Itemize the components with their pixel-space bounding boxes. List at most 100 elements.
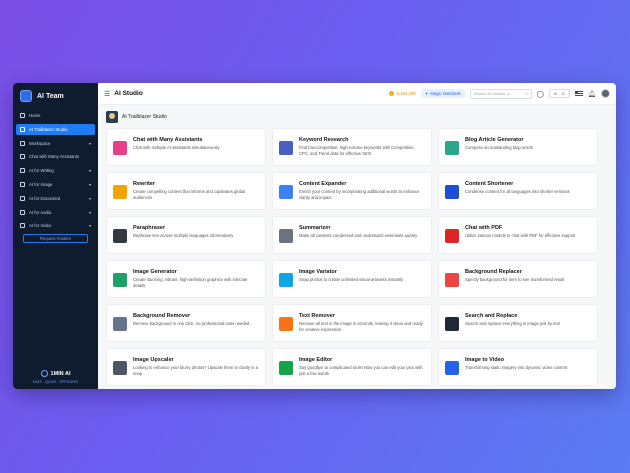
tool-card-description: Enrich your content by incorporating add…: [299, 189, 420, 200]
menu-icon[interactable]: ☰: [104, 90, 110, 98]
paraphrase-icon: [113, 229, 127, 243]
tool-card-summarizer[interactable]: Summarizer Make all contents condensed an…: [272, 216, 432, 254]
bell-icon[interactable]: 🔔︎: [588, 90, 596, 98]
brand[interactable]: AI Team: [13, 83, 98, 110]
tool-card-title: Image to Video: [465, 357, 505, 363]
toggle-option-a[interactable]: A: [552, 91, 559, 96]
tool-card-title: Chat with PDF: [465, 225, 503, 231]
tool-card-description: Utilize various models to chat with PDF …: [465, 233, 576, 238]
tool-card-description: Create stunning, vibrant, high-definitio…: [133, 277, 248, 288]
tool-card-rewriter[interactable]: Rewriter Create compelling content that i…: [106, 172, 266, 210]
tool-card-blog-article-generator[interactable]: Blog Article Generator Compose an outstan…: [438, 128, 598, 166]
sidebar-item-ai-for-document[interactable]: AI for Document ▾: [16, 193, 95, 204]
studio-icon: [20, 126, 25, 132]
tool-card-description: Search and replace everything in image j…: [465, 321, 560, 326]
tool-card-text-remover[interactable]: Text Remover Remove all text in the image…: [272, 304, 432, 342]
tool-card-title: Image Upscaler: [133, 357, 174, 363]
bg-replace-icon: [445, 273, 459, 287]
tool-card-description: Specify background for item to see trans…: [465, 277, 565, 282]
tool-card-title: Rewriter: [133, 181, 156, 187]
tool-card-description: Looking to enhance your blurry photos? U…: [133, 365, 258, 376]
us-flag-icon[interactable]: [574, 91, 583, 96]
summary-icon: [279, 229, 293, 243]
chat-bubble-icon[interactable]: ◯: [537, 90, 544, 98]
tool-card-title: Keyword Research: [299, 137, 349, 143]
tool-card-description: Create compelling content that informs a…: [133, 189, 246, 200]
tool-card-body: Content Shortener Condense content for al…: [465, 181, 591, 195]
audio-icon: [20, 209, 25, 215]
expand-icon: [279, 185, 293, 199]
tool-card-body: Background Replacer Specify background fo…: [465, 269, 591, 283]
chevron-down-icon[interactable]: ▾: [89, 196, 91, 201]
workspace-icon: [20, 140, 25, 146]
language-toggle[interactable]: A G: [548, 89, 570, 98]
sidebar-item-label: AI for Image: [29, 181, 53, 187]
tool-card-description: Compose an outstanding blog article: [465, 145, 533, 150]
tool-card-image-variator[interactable]: Image Variator Snap photos to create unli…: [272, 260, 432, 298]
sidebar-item-chat-with-many-assistants[interactable]: Chat with Many Assistants: [16, 151, 95, 162]
tool-card-image-to-video[interactable]: Image to Video Transforming static imager…: [438, 348, 598, 386]
multi-chat-icon: [113, 141, 127, 155]
sidebar-item-label: AI for Audio: [29, 209, 52, 215]
tool-card-content-expander[interactable]: Content Expander Enrich your content by i…: [272, 172, 432, 210]
toggle-option-b[interactable]: G: [560, 91, 567, 96]
tool-card-chat-with-many-assistants[interactable]: Chat with Many Assistants Chat with multi…: [106, 128, 266, 166]
tool-card-title: Text Remover: [299, 313, 335, 319]
tool-card-body: Image Upscaler Looking to enhance your bl…: [133, 357, 259, 376]
image-icon: [20, 181, 25, 187]
brand-name: AI Team: [37, 92, 64, 100]
tools-grid: Chat with Many Assistants Chat with multi…: [106, 128, 608, 386]
tool-card-search-and-replace[interactable]: Search and Replace Search and replace eve…: [438, 304, 598, 342]
header-actions: 8,192,290 ✦ Magic Notebook Search AI con…: [389, 88, 610, 99]
chevron-down-icon[interactable]: ▾: [89, 182, 91, 187]
request-feature-button[interactable]: Request Feature: [23, 234, 88, 244]
tool-card-image-editor[interactable]: Image Editor Say goodbye to complicated t…: [272, 348, 432, 386]
sidebar: AI Team Home AI Trailblazer Studio Workspa…: [13, 83, 98, 389]
tool-card-background-remover[interactable]: Background Remover Remove background in o…: [106, 304, 266, 342]
tool-card-description: Find low-competition, high-volume keywor…: [299, 145, 415, 156]
image-edit-icon: [279, 361, 293, 375]
coin-icon: [389, 91, 395, 96]
tool-card-content-shortener[interactable]: Content Shortener Condense content for al…: [438, 172, 598, 210]
tool-card-background-replacer[interactable]: Background Replacer Specify background fo…: [438, 260, 598, 298]
pdf-icon: [445, 229, 459, 243]
tool-card-image-upscaler[interactable]: Image Upscaler Looking to enhance your bl…: [106, 348, 266, 386]
chat-icon: [20, 154, 25, 160]
sidebar-item-ai-for-audio[interactable]: AI for Audio ▾: [16, 207, 95, 218]
tool-card-body: Chat with Many Assistants Chat with multi…: [133, 137, 259, 151]
upscale-icon: [113, 361, 127, 375]
chevron-down-icon[interactable]: ▾: [89, 168, 91, 173]
sidebar-item-workspace[interactable]: Workspace ▾: [16, 138, 95, 149]
sidebar-item-ai-for-video[interactable]: AI for Video ▾: [16, 220, 95, 231]
tool-card-paraphraser[interactable]: Paraphraser Rephrase text across multiple…: [106, 216, 266, 254]
tool-card-title: Paraphraser: [133, 225, 166, 231]
tool-card-chat-with-pdf[interactable]: Chat with PDF Utilize various models to c…: [438, 216, 598, 254]
tool-card-description: Snap photos to create unlimited visual a…: [299, 277, 404, 282]
document-icon: [20, 195, 25, 201]
sidebar-item-ai-for-image[interactable]: AI for Image ▾: [16, 179, 95, 190]
credits-badge[interactable]: 8,192,290: [389, 91, 416, 96]
sidebar-item-label: Chat with Many Assistants: [29, 154, 80, 160]
magic-notebook-button[interactable]: ✦ Magic Notebook: [420, 89, 465, 98]
search-input[interactable]: Search AI content, p... ⌕: [469, 88, 532, 99]
sidebar-item-label: Workspace: [29, 140, 51, 146]
chevron-down-icon[interactable]: ▾: [89, 141, 91, 146]
footer-logo: 1MIN AI: [13, 370, 98, 377]
avatar[interactable]: [601, 89, 610, 98]
tool-card-image-generator[interactable]: Image Generator Create stunning, vibrant,…: [106, 260, 266, 298]
tool-card-description: Chat with multiple AI assistants simulta…: [133, 145, 220, 150]
chevron-down-icon[interactable]: ▾: [89, 210, 91, 215]
chevron-down-icon[interactable]: ▾: [89, 223, 91, 228]
credits-value: 8,192,290: [396, 91, 416, 96]
tool-card-body: Summarizer Make all contents condensed an…: [299, 225, 425, 239]
sidebar-item-home[interactable]: Home: [16, 110, 95, 121]
tool-card-keyword-research[interactable]: Keyword Research Find low-competition, hi…: [272, 128, 432, 166]
tool-card-title: Image Editor: [299, 357, 333, 363]
sidebar-item-ai-for-writing[interactable]: AI for Writing ▾: [16, 165, 95, 176]
top-header: ☰ AI Studio 8,192,290 ✦ Magic Notebook S…: [98, 83, 616, 105]
blog-icon: [445, 141, 459, 155]
sidebar-item-ai-trailblazer-studio[interactable]: AI Trailblazer Studio: [16, 123, 95, 135]
footer-tagline: EASY - QUICK - EFFICIENT: [32, 380, 79, 384]
tool-card-title: Image Generator: [133, 269, 177, 275]
keyword-icon: [279, 141, 293, 155]
